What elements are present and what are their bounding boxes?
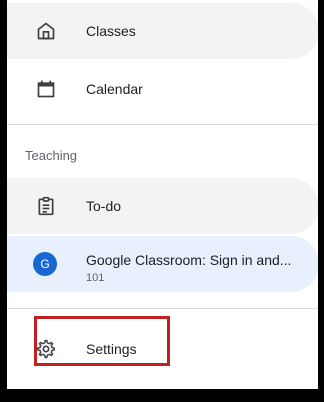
nav-item-todo[interactable]: To-do [7,178,318,234]
class-section: 101 [86,272,105,284]
screenshot-frame: Classes Calendar Teaching To-do G Google… [0,0,324,402]
calendar-icon [34,77,58,101]
settings-highlight-box [34,316,170,366]
assignment-icon [34,194,58,218]
nav-label-todo: To-do [86,198,122,214]
class-title: Google Classroom: Sign in and... [86,252,292,268]
nav-item-calendar[interactable]: Calendar [7,61,318,117]
section-heading-teaching: Teaching [25,148,78,163]
nav-label-calendar: Calendar [86,81,143,97]
nav-item-class[interactable]: G Google Classroom: Sign in and... 101 [7,236,318,292]
divider [7,124,318,125]
home-icon [34,19,58,43]
nav-item-classes[interactable]: Classes [7,3,318,59]
navigation-drawer: Classes Calendar Teaching To-do G Google… [7,0,318,389]
divider [7,308,318,309]
nav-label-classes: Classes [86,23,136,39]
class-avatar: G [33,252,57,276]
